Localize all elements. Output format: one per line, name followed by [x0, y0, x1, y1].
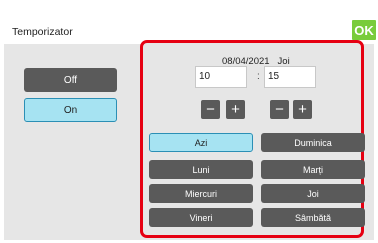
on-button[interactable]: On	[24, 98, 117, 122]
day-button-sambata[interactable]: Sâmbătă	[261, 208, 365, 227]
day-button-duminica[interactable]: Duminica	[261, 133, 365, 152]
day-button-marti[interactable]: Marți	[261, 160, 365, 179]
day-button-joi[interactable]: Joi	[261, 184, 365, 203]
day-button-luni[interactable]: Luni	[149, 160, 253, 179]
day-button-vineri[interactable]: Vineri	[149, 208, 253, 227]
hours-increment-button[interactable]: +	[226, 100, 245, 119]
hours-decrement-button[interactable]: −	[201, 100, 220, 119]
hours-field[interactable]: 10	[195, 66, 247, 88]
minutes-increment-button[interactable]: +	[293, 100, 312, 119]
day-button-azi[interactable]: Azi	[149, 133, 253, 152]
page-title: Temporizator	[12, 26, 73, 38]
ok-button[interactable]: OK	[352, 20, 376, 40]
minutes-field[interactable]: 15	[264, 66, 316, 88]
title-bar	[4, 3, 374, 25]
off-button[interactable]: Off	[24, 68, 117, 92]
minutes-decrement-button[interactable]: −	[270, 100, 289, 119]
time-separator: :	[257, 71, 260, 82]
day-button-miercuri[interactable]: Miercuri	[149, 184, 253, 203]
